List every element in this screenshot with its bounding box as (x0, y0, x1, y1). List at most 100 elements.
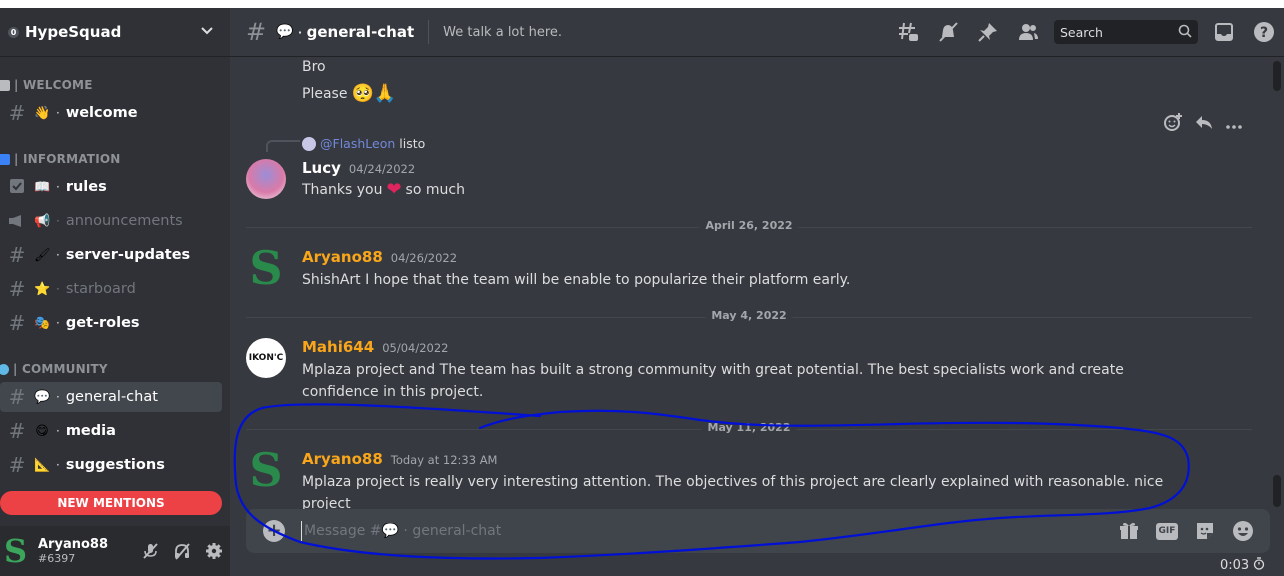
ruler-icon: 📐 (34, 457, 51, 473)
date-label: April 26, 2022 (699, 219, 799, 232)
channel-name: announcements (65, 213, 183, 229)
channel-header: # 💬 · general-chat We talk a lot here. S… (230, 8, 1284, 57)
author-name[interactable]: Aryano88 (302, 450, 383, 468)
timestamp: 04/24/2022 (348, 162, 416, 176)
reply-icon[interactable] (1195, 114, 1213, 134)
gif-button[interactable]: GIF (1154, 518, 1180, 544)
gear-icon[interactable] (198, 535, 230, 567)
book-icon: 📖 (34, 179, 51, 195)
server-header[interactable]: 0 HypeSquad (0, 8, 230, 57)
mic-muted-icon[interactable] (134, 535, 166, 567)
category-icon (0, 363, 9, 375)
channel-server-updates[interactable]: # 🖌 · server-updates (0, 240, 222, 270)
server-name: HypeSquad (25, 23, 122, 41)
category-icon (0, 79, 10, 91)
author-name[interactable]: Mahi644 (302, 338, 374, 356)
avatar-aryano88[interactable]: S (246, 447, 286, 493)
author-name[interactable]: Lucy (302, 159, 341, 177)
hash-icon: # (8, 419, 26, 443)
notification-muted-icon[interactable] (936, 20, 960, 44)
speech-bubble-icon: 💬 (34, 389, 51, 405)
channel-name: welcome (65, 105, 138, 121)
channel-rules[interactable]: 📖 · rules (0, 172, 222, 202)
speech-bubble-icon: 💬 (276, 24, 294, 40)
avatar-lucy[interactable] (246, 159, 286, 199)
svg-text:?: ? (1260, 25, 1268, 41)
channel-name: starboard (65, 281, 136, 297)
avatar-aryano88[interactable]: S (246, 245, 286, 291)
category-information[interactable]: | INFORMATION (0, 151, 121, 167)
checkbox-channel-icon (8, 175, 26, 199)
gif-label: GIF (1156, 522, 1178, 540)
hash-icon: # (8, 385, 26, 409)
channel-name: general-chat (65, 389, 158, 405)
help-icon[interactable]: ? (1252, 20, 1276, 44)
members-icon[interactable] (1016, 20, 1040, 44)
reply-mention[interactable]: @FlashLeon (320, 136, 395, 151)
user-tag: #6397 (38, 552, 76, 565)
category-label: | WELCOME (14, 78, 93, 92)
timer-text: 0:03 (1220, 558, 1250, 573)
date-divider: April 26, 2022 (246, 219, 1252, 232)
message-text: so much (405, 182, 465, 198)
reply-avatar (302, 136, 316, 151)
channel-get-roles[interactable]: # 🎭 · get-roles (0, 308, 222, 338)
scroll-thumb[interactable] (1273, 475, 1281, 507)
search-input[interactable] (1060, 24, 1178, 40)
user-avatar[interactable]: S (4, 535, 30, 567)
discord-window: 0 HypeSquad | WELCOME # 👋 · welcome | IN… (0, 8, 1284, 576)
add-reaction-icon[interactable] (1163, 112, 1183, 136)
threads-icon[interactable] (896, 20, 920, 44)
gift-icon[interactable] (1116, 518, 1142, 544)
category-label: | COMMUNITY (13, 362, 108, 376)
channel-suggestions[interactable]: # 📐 · suggestions (0, 450, 222, 480)
timestamp: Today at 12:33 AM (390, 453, 498, 467)
message-input[interactable] (301, 521, 1110, 541)
more-options-icon[interactable] (1225, 115, 1243, 134)
search-box[interactable] (1054, 20, 1198, 44)
author-name[interactable]: Aryano88 (302, 248, 383, 266)
reply-text: listo (399, 136, 426, 151)
inbox-icon[interactable] (1212, 20, 1236, 44)
message-composer: + GIF (246, 509, 1270, 553)
reply-spine (266, 140, 300, 152)
face-icon: 😋 (35, 423, 49, 439)
message-header: Aryano88 04/26/2022 (302, 248, 457, 266)
reply-reference[interactable]: @FlashLeon listo (302, 136, 425, 151)
date-divider: May 11, 2022 (246, 421, 1252, 434)
star-icon: ⭐ (34, 281, 51, 297)
scroll-thumb[interactable] (1273, 61, 1281, 91)
sticker-icon[interactable] (1192, 518, 1218, 544)
message-header: Lucy 04/24/2022 (302, 159, 415, 177)
channel-topic[interactable]: We talk a lot here. (443, 25, 888, 40)
message-actions-bar (1157, 108, 1249, 140)
channel-media[interactable]: # 😋 · media (0, 416, 222, 446)
pleading-emoji: 🥺🙏 (351, 83, 397, 104)
channel-announcements[interactable]: 📢 · announcements (0, 206, 222, 236)
slowmode-timer: 0:03 (1220, 557, 1265, 574)
chevron-down-icon[interactable] (200, 23, 214, 41)
channel-sidebar: 0 HypeSquad | WELCOME # 👋 · welcome | IN… (0, 8, 230, 576)
search-icon[interactable] (1178, 23, 1192, 42)
deafen-icon[interactable] (166, 535, 198, 567)
channel-welcome[interactable]: # 👋 · welcome (0, 98, 222, 128)
message-header: Mahi644 05/04/2022 (302, 338, 448, 356)
category-welcome[interactable]: | WELCOME (0, 77, 93, 93)
user-panel: S Aryano88 #6397 (0, 526, 230, 576)
emoji-picker-icon[interactable] (1230, 518, 1256, 544)
category-community[interactable]: | COMMUNITY (0, 361, 108, 377)
upload-plus-button[interactable]: + (263, 520, 285, 542)
brush-icon: 🖌 (34, 247, 51, 263)
channel-name: rules (65, 179, 107, 195)
hash-icon: # (8, 243, 26, 267)
new-mentions-button[interactable]: NEW MENTIONS (0, 491, 222, 515)
pin-icon[interactable] (976, 20, 1000, 44)
message-scrollbar[interactable] (1270, 57, 1284, 527)
avatar-mahi644[interactable]: IKON'C (246, 338, 286, 378)
channel-name: media (65, 423, 116, 439)
hash-icon: # (8, 311, 26, 335)
category-label: | INFORMATION (14, 152, 121, 166)
channel-general-chat[interactable]: # 💬 · general-chat (0, 382, 222, 412)
user-info[interactable]: Aryano88 #6397 (38, 537, 134, 565)
channel-starboard[interactable]: # ⭐ · starboard (0, 274, 222, 304)
